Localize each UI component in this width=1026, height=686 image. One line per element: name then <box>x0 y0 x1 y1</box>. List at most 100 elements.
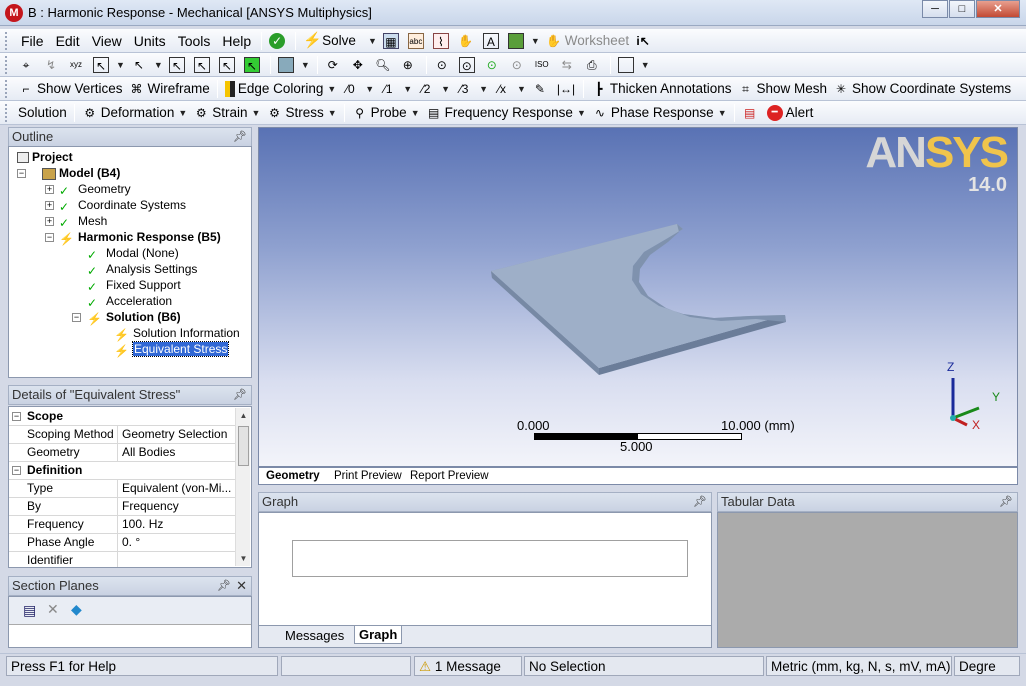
select-face-button[interactable]: ↖ <box>166 54 191 76</box>
collapse-harmonic-response[interactable]: − <box>45 233 54 242</box>
close-icon[interactable]: ✕ <box>236 577 247 595</box>
strain-dropdown[interactable]: ⚙ Strain ▼ <box>190 102 263 124</box>
pin-icon[interactable]: 📌︎ <box>233 128 247 146</box>
new-section-plane-icon[interactable]: ▤ <box>23 602 36 619</box>
zoom-box-button[interactable]: ⊙ <box>456 54 481 76</box>
graphics-viewport[interactable]: ANSYS 14.0 Z Y X 0.000 10.000 (mm) 5.000 <box>258 127 1018 467</box>
wireframe-button[interactable]: ⌘ Wireframe <box>126 78 213 100</box>
tab-geometry[interactable]: Geometry <box>263 469 323 484</box>
tree-coordinate-systems[interactable]: ✓ Coordinate Systems <box>59 197 186 214</box>
info-button[interactable]: i↖ <box>632 30 657 52</box>
rotate-button[interactable]: ⟳ <box>322 54 347 76</box>
edge-display-button-0[interactable]: ⁄0 ▼ <box>339 78 377 100</box>
tab-report-preview[interactable]: Report Preview <box>407 469 492 484</box>
iso-button[interactable]: ISO <box>531 54 556 76</box>
tool-button-1[interactable]: ▦ <box>380 30 405 52</box>
tree-harmonic-response[interactable]: ⚡ Harmonic Response (B5) <box>59 229 221 246</box>
menu-edit[interactable]: Edit <box>50 30 86 52</box>
select-xyz-button[interactable]: xyz <box>65 54 90 76</box>
zoom-button[interactable]: 🔍︎ <box>372 54 397 76</box>
scroll-down-icon[interactable]: ▼ <box>236 551 251 566</box>
status-messages[interactable]: ⚠ 1 Message <box>414 656 522 676</box>
expand-geometry[interactable]: + <box>45 185 54 194</box>
zoom-fit-button[interactable]: ⊙ <box>431 54 456 76</box>
pin-icon[interactable]: 📌︎ <box>217 577 231 595</box>
show-vertices-button[interactable]: ⌐ Show Vertices <box>15 78 126 100</box>
magnifier-button[interactable]: ⊙ <box>506 54 531 76</box>
tool-button-6[interactable]: ▼ <box>505 30 543 52</box>
delete-icon[interactable]: ✕ <box>47 601 59 618</box>
status-units[interactable]: Metric (mm, kg, N, s, mV, mA) <box>766 656 952 676</box>
menu-file[interactable]: File <box>15 30 50 52</box>
menu-tools[interactable]: Tools <box>172 30 217 52</box>
edge-display-button-2[interactable]: ⁄2 ▼ <box>415 78 453 100</box>
tool-button-2[interactable]: abc <box>405 30 430 52</box>
tree-modal[interactable]: ✓ Modal (None) <box>87 245 179 262</box>
solve-button[interactable]: ⚡ Solve ▼ <box>300 30 380 52</box>
tool-button-5[interactable]: A <box>480 30 505 52</box>
details-row[interactable]: Phase Angle 0. ° <box>9 534 235 552</box>
select-point-button[interactable]: ⌖ <box>15 54 40 76</box>
probe-dropdown[interactable]: ⚲ Probe ▼ <box>349 102 423 124</box>
scroll-up-icon[interactable]: ▲ <box>236 408 251 423</box>
graph-area[interactable] <box>292 540 688 577</box>
details-row[interactable]: Frequency 100. Hz <box>9 516 235 534</box>
tab-messages[interactable]: Messages <box>285 628 344 643</box>
edge-coloring-button[interactable]: Edge Coloring ▼ <box>222 78 339 100</box>
tab-print-preview[interactable]: Print Preview <box>331 469 405 484</box>
details-row[interactable]: Identifier <box>9 552 235 567</box>
scroll-thumb[interactable] <box>238 426 249 466</box>
details-section-definition[interactable]: − Definition <box>9 462 235 480</box>
collapse-model[interactable]: − <box>17 169 26 178</box>
user-defined-result-button[interactable]: ▤ <box>739 102 764 124</box>
check-button[interactable]: ✓ <box>266 30 291 52</box>
zoom-green-button[interactable]: ⊙ <box>481 54 506 76</box>
box-zoom-button[interactable]: ⊕ <box>397 54 422 76</box>
select-mode-button[interactable]: ↖ ▼ <box>90 54 128 76</box>
section-tool-button[interactable]: |↔| <box>554 78 579 100</box>
tree-model[interactable]: Model (B4) <box>42 165 120 181</box>
expand-coordinate-systems[interactable]: + <box>45 201 54 210</box>
menu-help[interactable]: Help <box>216 30 257 52</box>
pointer-button[interactable]: ↖ ▼ <box>128 54 166 76</box>
maximize-button[interactable]: □ <box>949 0 975 18</box>
edge-display-button-1[interactable]: ⁄1 ▼ <box>377 78 415 100</box>
pin-icon[interactable]: 📌︎ <box>999 493 1013 511</box>
expand-mesh[interactable]: + <box>45 217 54 226</box>
details-scrollbar[interactable]: ▲ ▼ <box>235 408 250 566</box>
pin-icon[interactable]: 📌︎ <box>233 386 247 404</box>
tool-button-3[interactable]: ⌇ <box>430 30 455 52</box>
details-row[interactable]: Type Equivalent (von-Mi... <box>9 480 235 498</box>
worksheet-button[interactable]: ✋ Worksheet <box>543 30 632 52</box>
deformation-dropdown[interactable]: ⚙ Deformation ▼ <box>79 102 190 124</box>
menu-units[interactable]: Units <box>128 30 172 52</box>
tree-mesh[interactable]: ✓ Mesh <box>59 213 107 230</box>
select-body-button[interactable]: ↖ <box>216 54 241 76</box>
pin-icon[interactable]: 📌︎ <box>693 493 707 511</box>
tree-project[interactable]: Project <box>17 149 73 165</box>
details-section-scope[interactable]: − Scope <box>9 408 235 426</box>
minimize-button[interactable]: ─ <box>922 0 948 18</box>
edge-display-button-x[interactable]: ⁄x ▼ <box>491 78 529 100</box>
menu-view[interactable]: View <box>86 30 128 52</box>
select-vertex-button[interactable]: ↯ <box>40 54 65 76</box>
tree-geometry[interactable]: ✓ Geometry <box>59 181 131 198</box>
stress-dropdown[interactable]: ⚙ Stress ▼ <box>263 102 339 124</box>
alert-button[interactable]: ━ Alert <box>764 102 817 124</box>
next-view-button[interactable]: ⎙ <box>581 54 606 76</box>
tree-equivalent-stress[interactable]: ⚡ Equivalent Stress <box>114 341 230 358</box>
tree-solution-information[interactable]: ⚡ Solution Information <box>114 325 240 342</box>
tree-solution[interactable]: ⚡ Solution (B6) <box>87 309 181 326</box>
pan-button[interactable]: ✥ <box>347 54 372 76</box>
phase-response-dropdown[interactable]: ∿ Phase Response ▼ <box>589 102 730 124</box>
tree-fixed-support[interactable]: ✓ Fixed Support <box>87 277 181 294</box>
select-edge-button[interactable]: ↖ <box>191 54 216 76</box>
extend-button[interactable]: ▼ <box>275 54 313 76</box>
tool-button-4[interactable]: ✋ <box>455 30 480 52</box>
model-geometry[interactable] <box>259 128 1018 467</box>
show-coordinate-systems-button[interactable]: ✳ Show Coordinate Systems <box>830 78 1014 100</box>
details-row[interactable]: By Frequency <box>9 498 235 516</box>
edge-display-button-3[interactable]: ⁄3 ▼ <box>453 78 491 100</box>
collapse-solution[interactable]: − <box>72 313 81 322</box>
close-button[interactable]: ✕ <box>976 0 1020 18</box>
